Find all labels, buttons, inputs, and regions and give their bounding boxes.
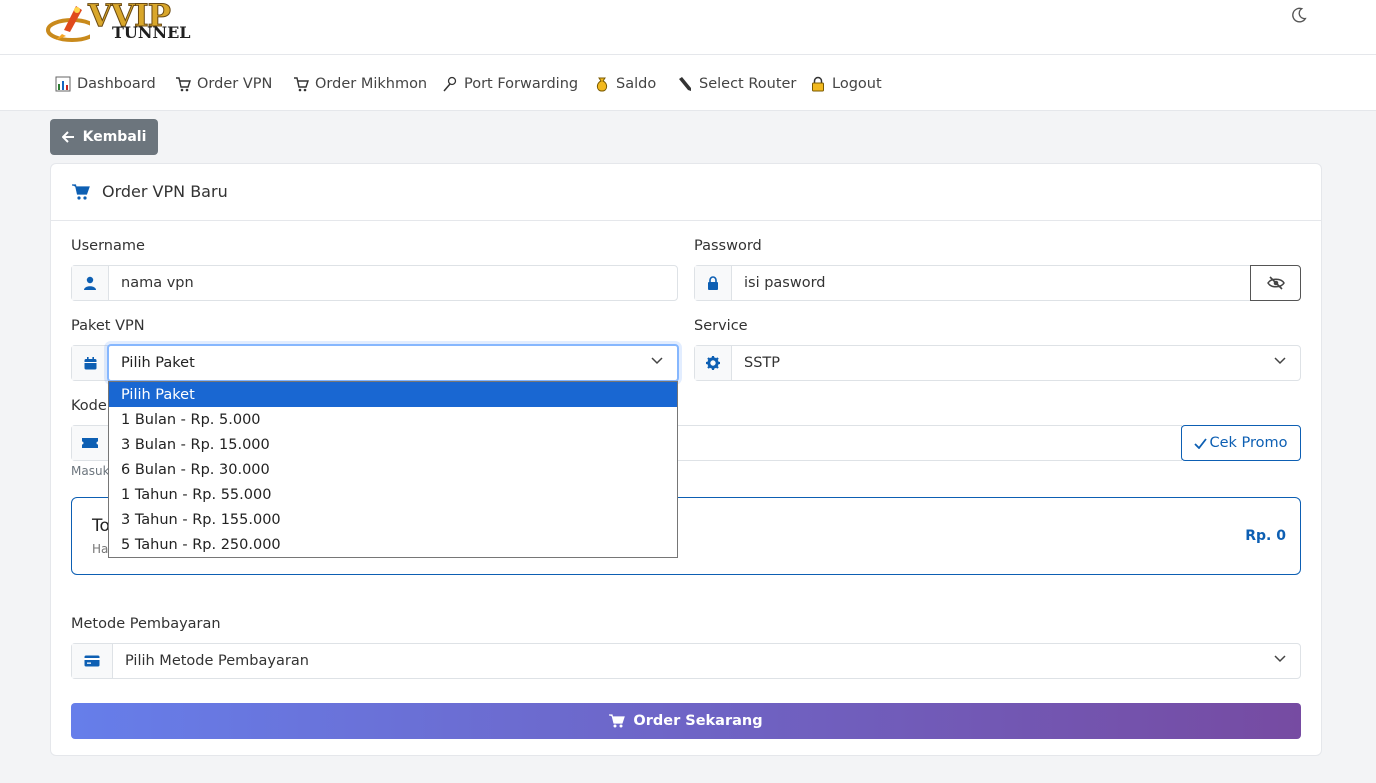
paket-select[interactable]: Pilih Paket: [107, 344, 679, 382]
pin-icon: [443, 76, 457, 92]
paket-option[interactable]: 3 Bulan - Rp. 15.000: [109, 432, 677, 457]
nav-dashboard[interactable]: Dashboard: [55, 74, 156, 94]
back-button-label: Kembali: [82, 129, 147, 145]
brand-logo[interactable]: VVIP TUNNEL: [42, 0, 202, 46]
nav-label: Order Mikhmon: [315, 76, 428, 92]
nav-label: Logout: [832, 76, 882, 92]
username-group: nama vpn: [71, 265, 678, 301]
nav-label: Order VPN: [197, 76, 273, 92]
service-select[interactable]: SSTP: [732, 346, 1300, 380]
lock-icon: [708, 276, 718, 290]
service-select-value: SSTP: [744, 355, 781, 371]
cart-icon: [609, 714, 626, 728]
chevron-down-icon: [651, 357, 663, 365]
calendar-icon: [84, 356, 96, 369]
check-icon: [1194, 437, 1208, 449]
service-group: SSTP: [694, 345, 1301, 381]
paket-dropdown-list: Pilih Paket 1 Bulan - Rp. 5.000 3 Bulan …: [108, 381, 678, 558]
toggle-password-button[interactable]: [1250, 265, 1301, 301]
nav-select-router[interactable]: Select Router: [677, 74, 796, 94]
paket-option[interactable]: 1 Bulan - Rp. 5.000: [109, 407, 677, 432]
lock-icon: [812, 76, 824, 92]
nav-label: Select Router: [699, 76, 797, 92]
top-bar: VVIP TUNNEL: [0, 0, 1376, 55]
username-label: Username: [71, 238, 145, 254]
password-group: isi pasword: [694, 265, 1251, 301]
chevron-down-icon: [1274, 357, 1286, 365]
total-subtitle: Ha: [92, 542, 109, 556]
cart-icon: [72, 184, 90, 200]
nav-port-forwarding[interactable]: Port Forwarding: [442, 74, 578, 94]
paket-option[interactable]: 6 Bulan - Rp. 30.000: [109, 457, 677, 482]
eye-slash-icon: [1266, 276, 1285, 290]
paket-select-value: Pilih Paket: [121, 355, 195, 371]
promo-addon: [72, 426, 109, 460]
user-icon: [84, 276, 96, 290]
password-label: Password: [694, 238, 762, 254]
payment-addon: [72, 644, 113, 678]
gear-icon: [706, 356, 720, 370]
moon-icon[interactable]: [1290, 6, 1308, 24]
password-addon: [695, 266, 732, 300]
card-header: Order VPN Baru: [51, 164, 1321, 221]
nav-label: Dashboard: [77, 76, 156, 92]
cart-icon: [176, 77, 191, 92]
rocket-icon: [46, 6, 90, 42]
payment-group: Pilih Metode Pembayaran: [71, 643, 1301, 679]
check-promo-button[interactable]: Cek Promo: [1181, 425, 1301, 461]
money-bag-icon: [596, 77, 608, 92]
password-input[interactable]: isi pasword: [732, 266, 1250, 300]
arrow-left-icon: [61, 131, 74, 143]
service-addon: [695, 346, 732, 380]
credit-card-icon: [84, 655, 100, 667]
service-label: Service: [694, 318, 748, 334]
pen-icon: [679, 77, 691, 91]
paket-option[interactable]: 5 Tahun - Rp. 250.000: [109, 532, 677, 557]
payment-label: Metode Pembayaran: [71, 616, 221, 632]
promo-helper-text: Masuk: [71, 464, 110, 478]
back-button[interactable]: Kembali: [50, 119, 158, 155]
paket-option[interactable]: 1 Tahun - Rp. 55.000: [109, 482, 677, 507]
payment-select[interactable]: Pilih Metode Pembayaran: [113, 644, 1300, 678]
chart-icon: [55, 76, 71, 92]
paket-addon: [72, 346, 109, 380]
card-title: Order VPN Baru: [102, 182, 228, 201]
order-now-label: Order Sekarang: [633, 713, 763, 729]
paket-option[interactable]: Pilih Paket: [109, 382, 677, 407]
nav-order-mikhmon[interactable]: Order Mikhmon: [293, 74, 427, 94]
total-value: Rp. 0: [1245, 528, 1286, 544]
nav-saldo[interactable]: Saldo: [594, 74, 656, 94]
main-navbar: Dashboard Order VPN Order Mikhmon Port F…: [0, 55, 1376, 111]
nav-logout[interactable]: Logout: [810, 74, 882, 94]
nav-label: Port Forwarding: [464, 76, 579, 92]
check-promo-label: Cek Promo: [1209, 435, 1288, 451]
paket-option[interactable]: 3 Tahun - Rp. 155.000: [109, 507, 677, 532]
nav-label: Saldo: [616, 76, 657, 92]
payment-select-value: Pilih Metode Pembayaran: [125, 653, 309, 669]
cart-icon: [294, 77, 309, 92]
logo-text-sub: TUNNEL: [112, 23, 191, 42]
username-input[interactable]: nama vpn: [109, 266, 677, 300]
paket-label: Paket VPN: [71, 318, 145, 334]
promo-code-label: Kode: [71, 398, 107, 414]
username-addon: [72, 266, 109, 300]
chevron-down-icon: [1274, 655, 1286, 663]
ticket-icon: [82, 438, 98, 448]
nav-order-vpn[interactable]: Order VPN: [175, 74, 272, 94]
order-now-button[interactable]: Order Sekarang: [71, 703, 1301, 739]
